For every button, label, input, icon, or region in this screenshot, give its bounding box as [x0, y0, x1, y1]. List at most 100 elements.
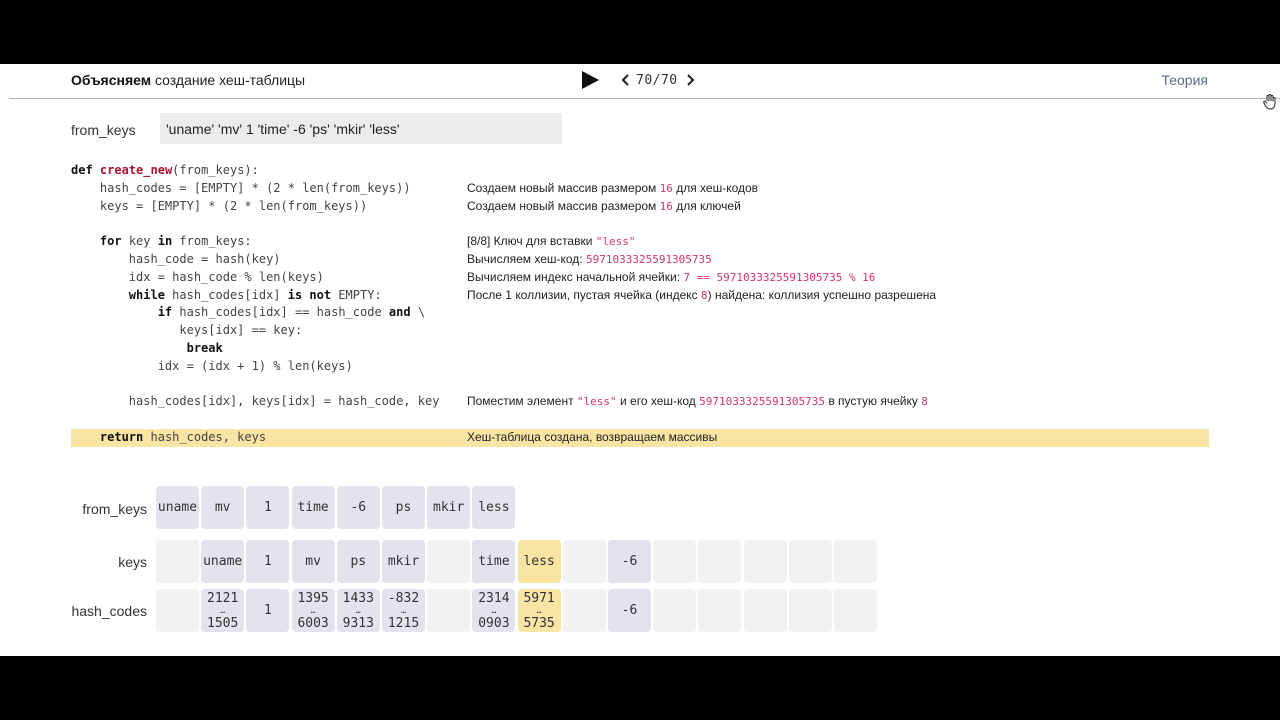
- code-text: hash_codes = [EMPTY] * (2 * len(from_key…: [71, 180, 411, 195]
- from-keys-cell: 1: [246, 486, 290, 529]
- from-keys-input[interactable]: [160, 113, 562, 144]
- hash-code-cell: -832… 1215: [382, 589, 425, 632]
- hash-code-cell: [834, 589, 877, 632]
- keys-cell: less: [517, 540, 561, 583]
- code-line-5: for key in from_keys: [8/8] Ключ для вста…: [71, 233, 1209, 251]
- keys-cell: [834, 540, 877, 583]
- cell-ellipsis: …: [536, 605, 542, 615]
- code-text: idx = hash_code % len(keys): [71, 269, 324, 284]
- chevron-right-icon[interactable]: [684, 70, 698, 90]
- code-text: hash_codes[idx], keys[idx] = hash_code, …: [71, 394, 440, 409]
- cell-value-bottom: 1505: [207, 615, 239, 631]
- cell-value: less: [523, 554, 555, 569]
- play-icon[interactable]: [580, 70, 600, 90]
- keyword-in: in: [157, 234, 173, 249]
- cell-value: less: [478, 500, 510, 515]
- page-title-bold: Объясняем: [71, 72, 152, 88]
- code-text: key: [121, 234, 158, 249]
- from-keys-array-label: from_keys: [82, 501, 147, 517]
- keys-cell: ps: [336, 540, 380, 583]
- step-comment: Поместим элемент "less" и его хеш-код 59…: [467, 393, 928, 411]
- comment-text: ) найдена: коллизия успешно разрешена: [707, 287, 937, 302]
- step-comment: После 1 коллизии, пустая ячейка (индекс …: [467, 287, 936, 305]
- comment-text: Создаем новый массив размером: [467, 180, 660, 195]
- player-controls: 70/70: [580, 69, 698, 91]
- page-title: Объясняем создание хеш-таблицы: [71, 72, 305, 88]
- from-keys-cell: time: [291, 486, 335, 529]
- cell-value-top: 1433: [342, 590, 374, 606]
- comment-value: "less": [595, 235, 636, 249]
- code-line-8: while hash_codes[idx] is not EMPTY: После…: [71, 287, 1209, 305]
- keyword-def: def: [71, 163, 93, 177]
- step-comment: Создаем новый массив размером 16 для хеш…: [467, 180, 758, 198]
- code-line-11: break: [71, 340, 1209, 358]
- cell-ellipsis: …: [491, 605, 497, 615]
- code-line-16-current: return hash_codes, keys Хеш-таблица созда…: [71, 428, 1209, 447]
- cell-value: -6: [621, 554, 638, 569]
- code-text: keys = [EMPTY] * (2 * len(from_keys)): [71, 198, 368, 213]
- from-keys-cell: mkir: [427, 486, 471, 529]
- step-comment: Создаем новый массив размером 16 для клю…: [467, 198, 741, 216]
- from-keys-cell: ps: [382, 486, 425, 529]
- cell-value: ps: [395, 500, 412, 515]
- comment-text: для ключей: [672, 198, 741, 213]
- hash-code-cell: -6: [608, 589, 651, 632]
- comment-value: 5971033325591305735: [585, 252, 712, 266]
- hand-cursor-icon: [1263, 94, 1276, 110]
- step-comment: Вычисляем хеш-код: 5971033325591305735: [467, 251, 712, 269]
- cell-value: 1: [263, 500, 272, 515]
- comment-text: [8/8] Ключ для вставки: [467, 234, 596, 249]
- code-line-7: idx = hash_code % len(keys) Вычисляем инд…: [71, 269, 1209, 287]
- cell-value: uname: [203, 554, 243, 569]
- hash-code-cell: [562, 589, 606, 632]
- cell-value-bottom: 6003: [297, 615, 329, 631]
- code-text: hash_code = hash(key): [71, 251, 281, 266]
- header-divider: [9, 98, 1280, 99]
- hash-codes-array-label: hash_codes: [71, 603, 147, 619]
- comment-text: Вычисляем хеш-код:: [467, 251, 586, 266]
- cell-value-top: 5971: [523, 590, 555, 606]
- code-line-14: hash_codes[idx], keys[idx] = hash_code, …: [71, 393, 1209, 411]
- keys-cell: 1: [246, 540, 290, 583]
- hash-code-cell: [788, 589, 832, 632]
- cell-value: mv: [214, 500, 231, 515]
- keys-cell: mv: [291, 540, 335, 583]
- code-line-10: keys[idx] == key:: [71, 322, 1209, 340]
- hash-code-cell: 1433… 9313: [336, 589, 380, 632]
- code-text: \: [410, 305, 426, 320]
- theory-link[interactable]: Теория: [1161, 72, 1208, 88]
- code-text: (from_keys):: [172, 163, 259, 177]
- chevron-left-icon[interactable]: [618, 70, 632, 90]
- keyword-for: for: [99, 234, 122, 249]
- from-keys-label: from_keys: [71, 122, 136, 138]
- cell-value-top: -832: [387, 590, 420, 606]
- comment-text: для хеш-кодов: [672, 180, 759, 195]
- header: Объясняем создание хеш-таблицы 70/70 Тео…: [0, 64, 1280, 110]
- comment-value: 5971033325591305735: [699, 395, 825, 409]
- cell-value-top: 2314: [478, 590, 510, 606]
- hash-code-cell: [698, 589, 742, 632]
- function-name: create_new: [99, 163, 173, 177]
- comment-text: Поместим элемент: [467, 394, 577, 409]
- cell-ellipsis: …: [220, 605, 226, 615]
- comment-value: 16: [659, 181, 673, 195]
- code-line-12: idx = (idx + 1) % len(keys): [71, 358, 1209, 376]
- keys-array-label: keys: [118, 554, 147, 570]
- step-comment: [8/8] Ключ для вставки "less": [467, 233, 636, 251]
- code-line-1: def create_new(from_keys):: [71, 162, 1209, 180]
- comment-text: в пустую ячейку: [824, 394, 922, 409]
- cell-value: -6: [350, 500, 367, 515]
- cell-value: uname: [157, 500, 198, 515]
- cell-value: mkir: [433, 500, 465, 515]
- keys-cell: -6: [608, 540, 651, 583]
- cell-value-top: 2121: [207, 590, 239, 606]
- hash-code-cell: [653, 589, 697, 632]
- code-block: def create_new(from_keys): hash_codes = …: [71, 162, 1209, 447]
- cell-value-bottom: 9313: [342, 615, 374, 631]
